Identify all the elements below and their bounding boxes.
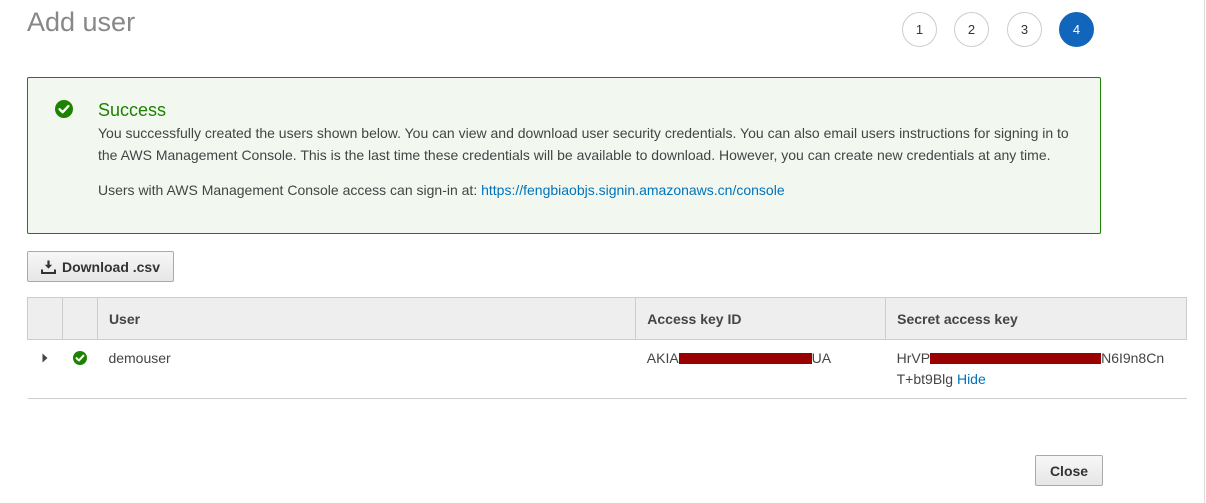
table-header-row: User Access key ID Secret access key [27,297,1187,340]
hide-secret-link[interactable]: Hide [957,371,986,387]
caret-right-icon[interactable] [41,353,49,363]
redaction-bar [678,352,812,364]
header-expand [27,297,63,340]
add-user-page: Add user 1 2 3 4 Success You successfull… [0,0,1206,503]
download-csv-label: Download .csv [61,258,161,275]
users-table: User Access key ID Secret access key dem… [27,297,1187,399]
table-row: demouser AKIA UA HrVP N6I9n8Cn T+bt9Blg Hi… [27,339,1187,399]
redaction-bar [930,352,1102,364]
header-status [61,297,98,340]
user-name-cell: demouser [97,339,636,399]
download-icon [40,260,56,274]
check-circle-icon [55,100,73,118]
page-right-border [1204,0,1205,503]
check-circle-icon [72,351,87,365]
success-alert: Success You successfully created the use… [27,77,1101,234]
secret-key-line2: T+bt9Blg [896,371,954,387]
header-access-key-id: Access key ID [635,297,886,340]
access-key-suffix: UA [811,350,832,366]
alert-title: Success [98,100,167,120]
alert-message-block: You successfully created the users shown… [98,122,1088,166]
alert-message: You successfully created the users shown… [98,125,1069,163]
close-button[interactable]: Close [1035,455,1103,486]
secret-key-suffix: N6I9n8Cn [1101,350,1165,366]
step-4-active[interactable]: 4 [1059,12,1094,47]
page-title: Add user [27,7,136,37]
expand-cell [27,339,63,399]
step-3[interactable]: 3 [1007,12,1042,47]
signin-prefix: Users with AWS Management Console access… [98,182,478,198]
access-key-cell: AKIA UA [635,339,886,399]
download-csv-button[interactable]: Download .csv [27,251,174,282]
secret-key-prefix: HrVP [896,350,931,366]
header-secret-access-key: Secret access key [885,297,1187,340]
step-2[interactable]: 2 [954,12,989,47]
step-1[interactable]: 1 [902,12,937,47]
status-cell [62,339,98,399]
access-key-prefix: AKIA [646,350,679,366]
signin-url-link[interactable]: https://fengbiaobjs.signin.amazonaws.cn/… [481,182,785,198]
secret-key-cell: HrVP N6I9n8Cn T+bt9Blg Hide [885,339,1187,399]
signin-info: Users with AWS Management Console access… [98,179,785,201]
header-user: User [96,297,636,340]
